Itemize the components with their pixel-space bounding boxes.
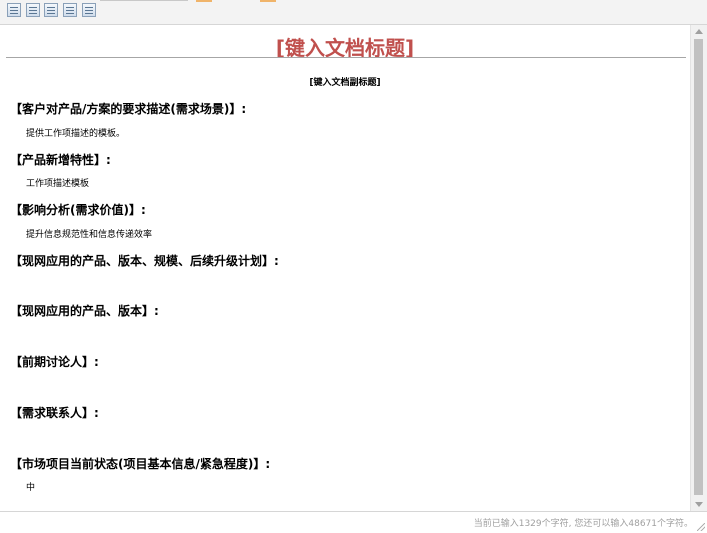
resize-grip-icon[interactable] bbox=[697, 523, 705, 531]
section-heading: 【产品新增特性】: bbox=[10, 153, 111, 167]
merge-cells-icon[interactable] bbox=[82, 3, 96, 17]
rich-text-editor: [键入文档标题] [键入文档副标题] 【客户对产品/方案的要求描述(需求场景)】… bbox=[0, 0, 707, 533]
section-heading: 【前期讨论人】: bbox=[10, 355, 99, 369]
title-divider bbox=[6, 57, 686, 58]
status-bar: 当前已输入1329个字符, 您还可以输入48671个字符。 bbox=[0, 511, 707, 533]
section-heading: 【客户对产品/方案的要求描述(需求场景)】: bbox=[10, 102, 247, 116]
scroll-up-icon[interactable] bbox=[695, 29, 703, 34]
section-body: 工作项描述模板 bbox=[26, 179, 90, 189]
section-heading: 【现网应用的产品、版本、规模、后续升级计划】: bbox=[10, 254, 279, 268]
document-subtitle[interactable]: [键入文档副标题] bbox=[0, 75, 690, 88]
insert-row-icon[interactable] bbox=[26, 3, 40, 17]
editor-toolbar bbox=[0, 0, 707, 25]
scroll-down-icon[interactable] bbox=[695, 502, 703, 507]
section-heading: 【现网应用的产品、版本】: bbox=[10, 304, 159, 318]
table-icon[interactable] bbox=[7, 3, 21, 17]
section-body: 中 bbox=[26, 483, 36, 493]
toolbar-highlight bbox=[260, 0, 276, 2]
section-heading: 【市场项目当前状态(项目基本信息/紧急程度)】: bbox=[10, 457, 271, 471]
toolbar-highlight bbox=[196, 0, 212, 2]
insert-column-icon[interactable] bbox=[44, 3, 58, 17]
scroll-thumb[interactable] bbox=[694, 39, 703, 495]
editor-content-area[interactable]: [键入文档标题] [键入文档副标题] 【客户对产品/方案的要求描述(需求场景)】… bbox=[0, 25, 690, 511]
delete-row-icon[interactable] bbox=[63, 3, 77, 17]
character-count: 当前已输入1329个字符, 您还可以输入48671个字符。 bbox=[473, 519, 693, 529]
vertical-scrollbar[interactable] bbox=[690, 25, 707, 511]
section-heading: 【影响分析(需求价值)】: bbox=[10, 203, 146, 217]
section-body: 提供工作项描述的模板。 bbox=[26, 129, 126, 139]
toolbar-divider bbox=[100, 0, 188, 1]
section-heading: 【需求联系人】: bbox=[10, 406, 99, 420]
section-body: 提升信息规范性和信息传递效率 bbox=[26, 230, 153, 240]
